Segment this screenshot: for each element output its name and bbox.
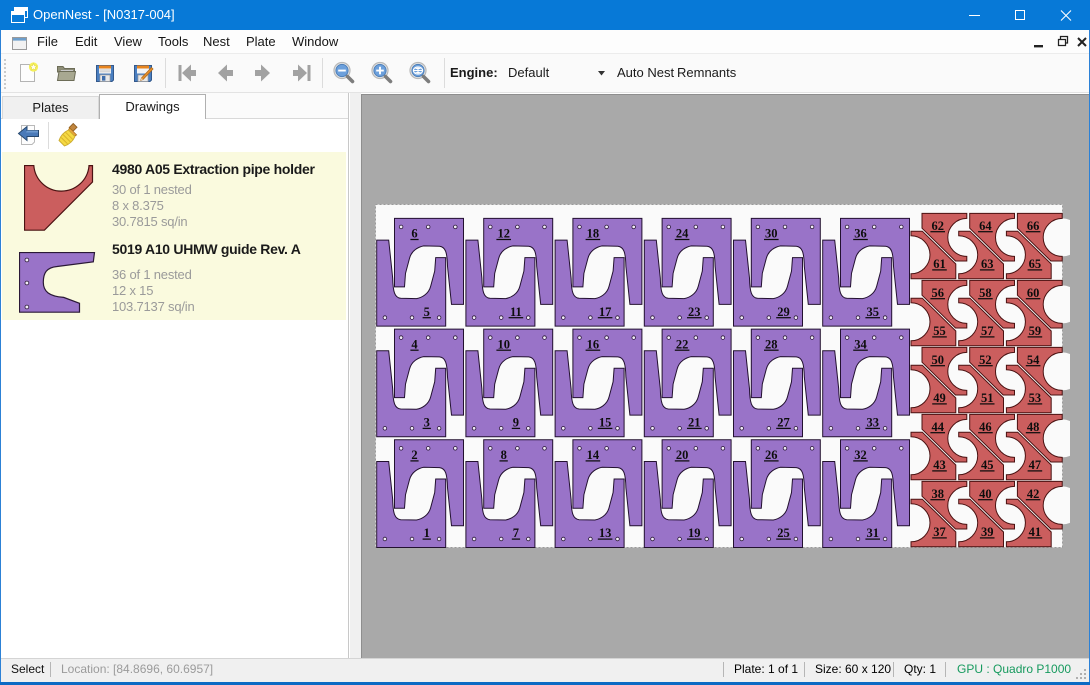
svg-text:29: 29 bbox=[777, 305, 790, 319]
svg-text:50: 50 bbox=[931, 353, 944, 367]
svg-text:11: 11 bbox=[510, 305, 522, 319]
svg-text:32: 32 bbox=[854, 448, 867, 462]
svg-text:46: 46 bbox=[979, 420, 992, 434]
svg-text:8: 8 bbox=[501, 448, 507, 462]
svg-text:64: 64 bbox=[979, 219, 992, 233]
svg-text:13: 13 bbox=[599, 526, 612, 540]
svg-text:51: 51 bbox=[981, 391, 994, 405]
svg-text:56: 56 bbox=[931, 286, 944, 300]
svg-text:28: 28 bbox=[765, 337, 778, 351]
svg-text:40: 40 bbox=[979, 487, 992, 501]
svg-text:6: 6 bbox=[411, 227, 417, 241]
svg-text:37: 37 bbox=[933, 525, 946, 539]
svg-text:7: 7 bbox=[513, 526, 519, 540]
svg-text:54: 54 bbox=[1027, 353, 1040, 367]
svg-text:65: 65 bbox=[1029, 257, 1042, 271]
svg-text:57: 57 bbox=[981, 324, 994, 338]
svg-text:35: 35 bbox=[866, 305, 879, 319]
svg-text:63: 63 bbox=[981, 257, 994, 271]
svg-text:21: 21 bbox=[688, 416, 701, 430]
svg-text:22: 22 bbox=[676, 337, 689, 351]
svg-text:62: 62 bbox=[931, 219, 944, 233]
svg-text:36: 36 bbox=[854, 227, 867, 241]
svg-text:49: 49 bbox=[933, 391, 946, 405]
svg-text:4: 4 bbox=[411, 337, 418, 351]
svg-text:58: 58 bbox=[979, 286, 992, 300]
svg-text:18: 18 bbox=[587, 227, 600, 241]
svg-text:26: 26 bbox=[765, 448, 778, 462]
svg-text:42: 42 bbox=[1027, 487, 1040, 501]
svg-text:31: 31 bbox=[866, 526, 879, 540]
svg-text:61: 61 bbox=[933, 257, 946, 271]
svg-text:3: 3 bbox=[424, 416, 430, 430]
svg-text:9: 9 bbox=[513, 416, 519, 430]
svg-text:15: 15 bbox=[599, 416, 612, 430]
svg-text:14: 14 bbox=[587, 448, 600, 462]
svg-text:27: 27 bbox=[777, 416, 790, 430]
svg-text:33: 33 bbox=[866, 416, 879, 430]
svg-text:52: 52 bbox=[979, 353, 992, 367]
svg-text:30: 30 bbox=[765, 227, 778, 241]
svg-text:1: 1 bbox=[424, 526, 430, 540]
svg-text:12: 12 bbox=[497, 227, 510, 241]
svg-text:2: 2 bbox=[411, 448, 417, 462]
svg-text:24: 24 bbox=[676, 227, 689, 241]
svg-text:44: 44 bbox=[931, 420, 944, 434]
svg-text:17: 17 bbox=[599, 305, 612, 319]
svg-text:10: 10 bbox=[497, 337, 510, 351]
svg-text:5: 5 bbox=[424, 305, 430, 319]
svg-text:39: 39 bbox=[981, 525, 994, 539]
svg-text:55: 55 bbox=[933, 324, 946, 338]
svg-text:20: 20 bbox=[676, 448, 689, 462]
svg-text:48: 48 bbox=[1027, 420, 1040, 434]
svg-text:45: 45 bbox=[981, 458, 994, 472]
svg-text:59: 59 bbox=[1029, 324, 1042, 338]
svg-text:43: 43 bbox=[933, 458, 946, 472]
svg-text:19: 19 bbox=[688, 526, 701, 540]
svg-text:38: 38 bbox=[931, 487, 944, 501]
svg-text:66: 66 bbox=[1027, 219, 1040, 233]
svg-text:16: 16 bbox=[587, 337, 600, 351]
svg-text:41: 41 bbox=[1029, 525, 1042, 539]
svg-text:47: 47 bbox=[1029, 458, 1042, 472]
svg-text:60: 60 bbox=[1027, 286, 1040, 300]
svg-text:25: 25 bbox=[777, 526, 790, 540]
svg-text:23: 23 bbox=[688, 305, 701, 319]
svg-text:53: 53 bbox=[1029, 391, 1042, 405]
svg-text:34: 34 bbox=[854, 337, 867, 351]
